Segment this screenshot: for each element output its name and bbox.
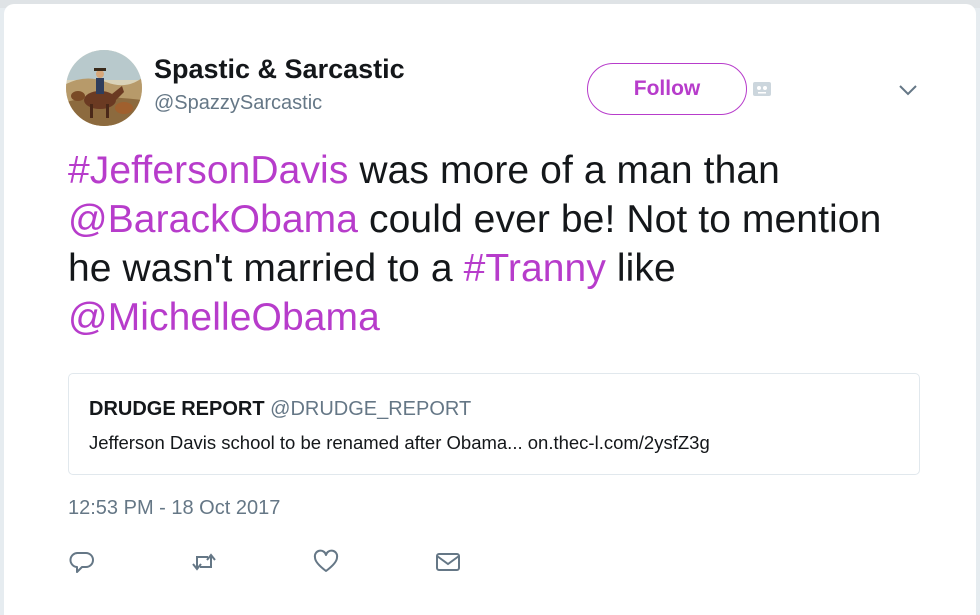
mention-link[interactable]: @BarackObama [68,198,358,241]
tweet-text-segment: was more of a man than [348,149,780,192]
like-icon [313,549,339,572]
hashtag-link[interactable]: #JeffersonDavis [68,149,348,192]
reply-icon [69,552,94,573]
author-handle[interactable]: @SpazzySarcastic [154,92,322,115]
author-display-name[interactable]: Spastic & Sarcastic [154,54,405,85]
retweet-icon [192,553,216,571]
quoted-author-handle: @DRUDGE_REPORT [270,398,472,420]
like-button[interactable] [312,548,340,576]
quoted-tweet-text: Jefferson Davis school to be renamed aft… [89,432,710,453]
avatar[interactable] [66,50,142,126]
chevron-down-icon[interactable] [897,82,919,98]
bot-icon [753,82,771,96]
quoted-author-name: DRUDGE REPORT [89,398,265,420]
reply-button[interactable] [68,548,96,576]
retweet-button[interactable] [190,548,218,576]
tweet-text-segment: like [605,247,676,290]
direct-message-icon [436,553,460,571]
direct-message-button[interactable] [434,548,462,576]
follow-button[interactable]: Follow [587,63,747,115]
tweet-card: Spastic & Sarcastic @SpazzySarcastic Fol… [4,4,976,615]
tweet-text: #JeffersonDavis was more of a man than @… [68,146,928,342]
quoted-tweet-header: DRUDGE REPORT @DRUDGE_REPORT [89,398,471,421]
quoted-tweet[interactable]: DRUDGE REPORT @DRUDGE_REPORT Jefferson D… [68,373,920,475]
cowboy-painting-avatar [66,50,142,126]
mention-link[interactable]: @MichelleObama [68,296,380,339]
hashtag-link[interactable]: #Tranny [464,247,606,290]
tweet-timestamp[interactable]: 12:53 PM - 18 Oct 2017 [68,497,280,520]
